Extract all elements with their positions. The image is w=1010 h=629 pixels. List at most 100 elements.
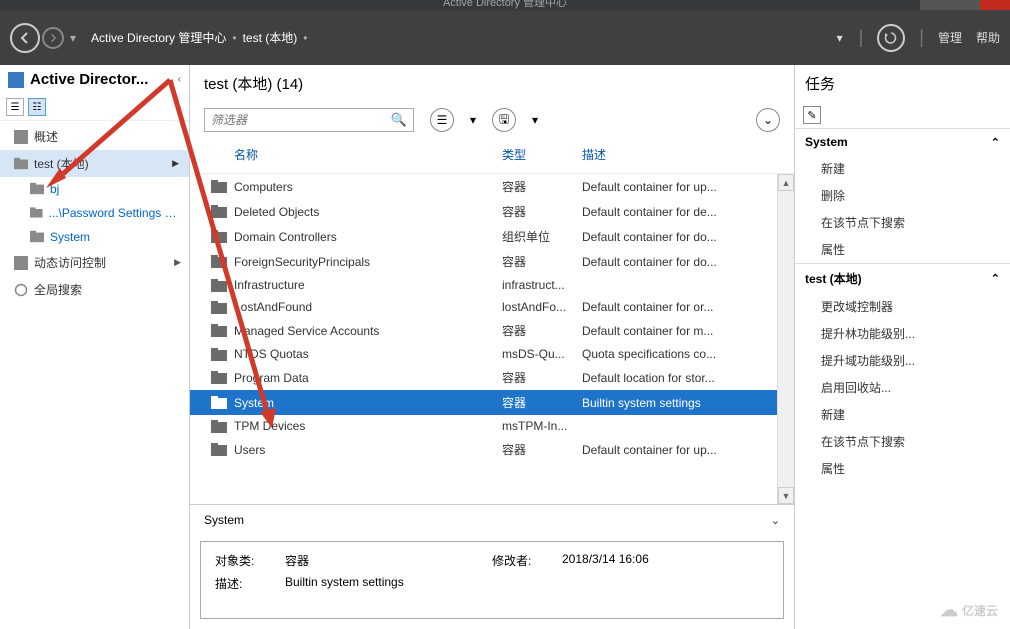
sidebar-view-tree-button[interactable]: ☷ xyxy=(28,98,46,116)
sidebar-item[interactable]: test (本地) xyxy=(0,150,189,177)
list-title: test (本地) (14) xyxy=(190,65,794,102)
sidebar-item[interactable]: 概述 xyxy=(0,123,189,150)
detail-class-value: 容器 xyxy=(285,552,492,569)
folder-icon xyxy=(204,279,234,292)
window-close-button[interactable] xyxy=(980,0,1010,10)
nav-dropdown-icon[interactable]: ▾ xyxy=(70,31,76,45)
task-item[interactable]: 提升林功能级别... xyxy=(795,320,1010,347)
task-item[interactable]: 属性 xyxy=(795,455,1010,482)
window-title: Active Directory 管理中心 xyxy=(443,0,567,10)
list-row[interactable]: Infrastructureinfrastruct... xyxy=(190,274,794,296)
breadcrumb-root[interactable]: Active Directory 管理中心 xyxy=(91,29,226,46)
nav-back-button[interactable] xyxy=(10,23,40,53)
task-item[interactable]: 在该节点下搜索 xyxy=(795,209,1010,236)
task-item[interactable]: 属性 xyxy=(795,236,1010,263)
col-header-name[interactable]: 名称 xyxy=(234,146,502,163)
sidebar-item[interactable]: 全局搜索 xyxy=(0,276,189,303)
row-desc: Default container for do... xyxy=(582,255,780,269)
row-type: 容器 xyxy=(502,394,582,411)
watermark-text: 亿速云 xyxy=(962,602,998,619)
filter-input[interactable] xyxy=(211,113,391,127)
task-item[interactable]: 在该节点下搜索 xyxy=(795,428,1010,455)
sidebar-item[interactable]: System xyxy=(0,225,189,249)
list-row[interactable]: System容器Builtin system settings xyxy=(190,390,794,415)
row-name: System xyxy=(234,396,502,410)
collapse-icon[interactable]: ⌃ xyxy=(991,136,1000,149)
sidebar-item-label: System xyxy=(50,230,90,244)
header-dropdown-icon[interactable]: ▾ xyxy=(837,31,843,45)
search-icon[interactable]: 🔍 xyxy=(391,112,407,128)
folder-icon xyxy=(204,348,234,361)
row-name: Managed Service Accounts xyxy=(234,324,502,338)
task-item[interactable]: 启用回收站... xyxy=(795,374,1010,401)
detail-collapse-icon[interactable]: ⌄ xyxy=(771,514,780,527)
detail-modified-label: 修改者: xyxy=(492,552,562,569)
vertical-scrollbar[interactable]: ▲ ▼ xyxy=(777,174,794,504)
sidebar-collapse-icon[interactable]: ‹ xyxy=(178,74,181,85)
task-item[interactable]: 提升域功能级别... xyxy=(795,347,1010,374)
task-item[interactable]: 新建 xyxy=(795,155,1010,182)
task-item[interactable]: 更改域控制器 xyxy=(795,293,1010,320)
nav-forward-button[interactable] xyxy=(42,27,64,49)
list-row[interactable]: Managed Service Accounts容器Default contai… xyxy=(190,318,794,343)
tasks-toggle-icon[interactable]: ✎ xyxy=(803,106,821,124)
list-row[interactable]: NTDS QuotasmsDS-Qu...Quota specification… xyxy=(190,343,794,365)
header-separator: | xyxy=(859,27,864,48)
sidebar-item-label: 动态访问控制 xyxy=(34,254,106,271)
sidebar-item[interactable]: bj xyxy=(0,177,189,201)
row-name: TPM Devices xyxy=(234,419,502,433)
dropdown-icon[interactable]: ▾ xyxy=(470,113,476,127)
list-row[interactable]: LostAndFoundlostAndFo...Default containe… xyxy=(190,296,794,318)
task-section-title: test (本地) xyxy=(805,270,862,287)
list-row[interactable]: Domain Controllers组织单位Default container … xyxy=(190,224,794,249)
watermark: ☁ 亿速云 xyxy=(940,600,998,621)
row-type: lostAndFo... xyxy=(502,300,582,314)
window-minimize-button[interactable] xyxy=(920,0,950,10)
dropdown-icon[interactable]: ▾ xyxy=(532,113,538,127)
header-separator: | xyxy=(919,27,924,48)
list-row[interactable]: Computers容器Default container for up... xyxy=(190,174,794,199)
detail-header: System ⌄ xyxy=(190,504,794,535)
breadcrumb-current[interactable]: test (本地) xyxy=(243,29,298,46)
list-row[interactable]: ForeignSecurityPrincipals容器Default conta… xyxy=(190,249,794,274)
sidebar-view-list-button[interactable]: ☰ xyxy=(6,98,24,116)
row-type: 容器 xyxy=(502,441,582,458)
save-options-button[interactable]: 🖫 xyxy=(492,108,516,132)
task-section-title: System xyxy=(805,135,848,149)
breadcrumb-separator: • xyxy=(303,31,307,45)
task-item[interactable]: 删除 xyxy=(795,182,1010,209)
sidebar-item[interactable]: 动态访问控制▶ xyxy=(0,249,189,276)
view-options-button[interactable]: ☰ xyxy=(430,108,454,132)
list-row[interactable]: Program Data容器Default location for stor.… xyxy=(190,365,794,390)
list-row[interactable]: Users容器Default container for up... xyxy=(190,437,794,462)
folder-icon xyxy=(14,256,28,270)
task-item[interactable]: 新建 xyxy=(795,401,1010,428)
folder-icon xyxy=(14,130,28,144)
sidebar-item-label: test (本地) xyxy=(34,155,89,172)
scroll-up-icon[interactable]: ▲ xyxy=(778,174,794,191)
manage-link[interactable]: 管理 xyxy=(938,29,962,46)
sidebar: Active Director... ‹ ☰ ☷ 概述test (本地)bj..… xyxy=(0,65,190,629)
list-row[interactable]: TPM DevicesmsTPM-In... xyxy=(190,415,794,437)
window-maximize-button[interactable] xyxy=(950,0,980,10)
help-link[interactable]: 帮助 xyxy=(976,29,1000,46)
list-rows: Computers容器Default container for up...De… xyxy=(190,174,794,504)
scroll-down-icon[interactable]: ▼ xyxy=(778,487,794,504)
list-row[interactable]: Deleted Objects容器Default container for d… xyxy=(190,199,794,224)
sidebar-item-label: 概述 xyxy=(34,128,58,145)
col-header-desc[interactable]: 描述 xyxy=(582,146,780,163)
folder-icon xyxy=(14,157,28,171)
row-name: NTDS Quotas xyxy=(234,347,502,361)
sidebar-item[interactable]: ...\Password Settings Con... xyxy=(0,201,189,225)
folder-icon xyxy=(30,206,43,220)
row-name: Users xyxy=(234,443,502,457)
expand-button[interactable]: ⌄ xyxy=(756,108,780,132)
task-section-header[interactable]: System ⌃ xyxy=(795,128,1010,155)
row-desc: Builtin system settings xyxy=(582,396,780,410)
folder-icon xyxy=(204,205,234,218)
row-desc: Default container for de... xyxy=(582,205,780,219)
refresh-button[interactable] xyxy=(877,24,905,52)
task-section-header[interactable]: test (本地) ⌃ xyxy=(795,263,1010,293)
col-header-type[interactable]: 类型 xyxy=(502,146,582,163)
collapse-icon[interactable]: ⌃ xyxy=(991,272,1000,285)
